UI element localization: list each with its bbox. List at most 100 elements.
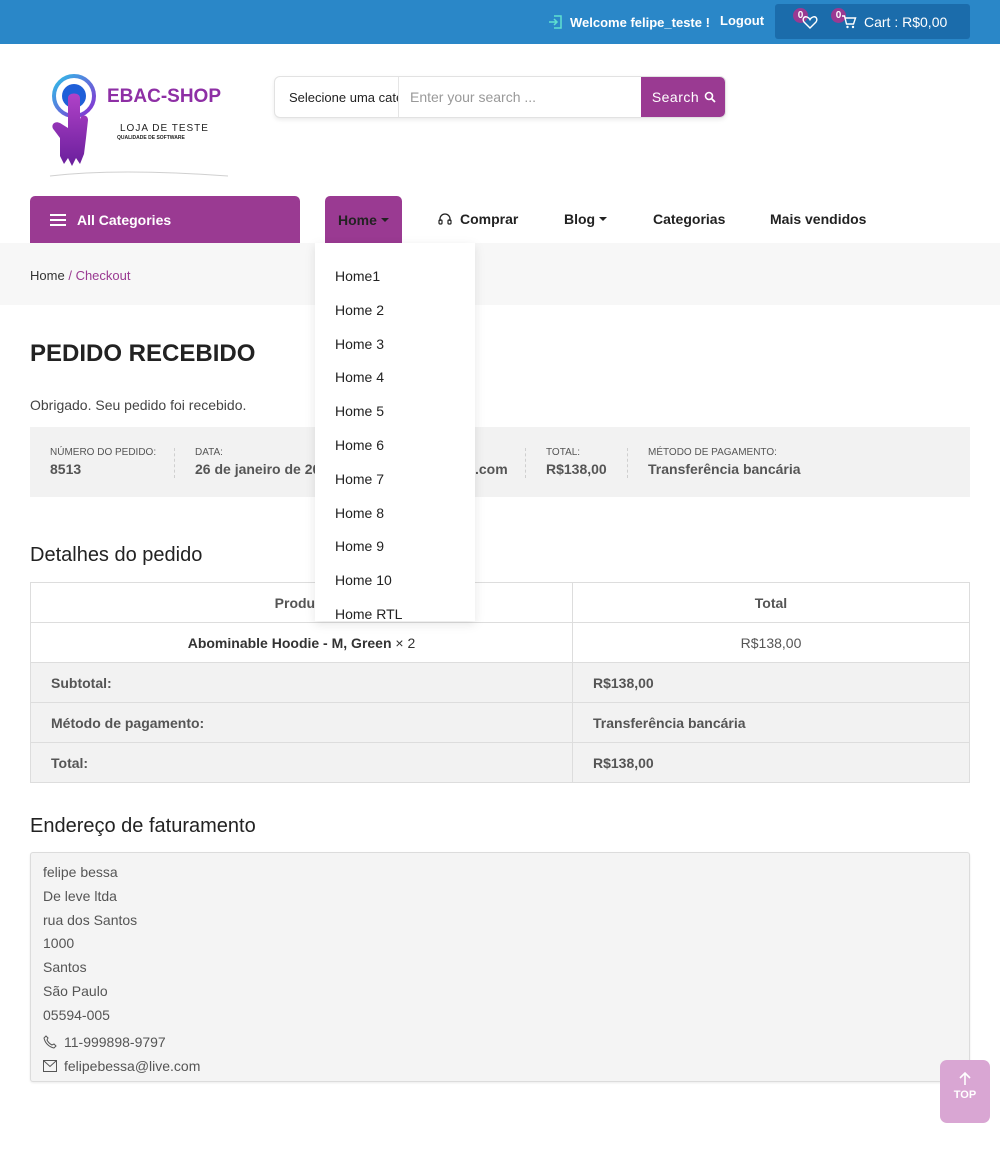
welcome-message: Welcome felipe_teste !	[548, 12, 710, 32]
search-icon	[704, 91, 716, 103]
cart-total-label[interactable]: Cart : R$0,00	[864, 14, 947, 30]
back-to-top-button[interactable]: TOP	[940, 1060, 990, 1123]
table-row: Subtotal: R$138,00	[30, 662, 970, 703]
search-input[interactable]	[399, 77, 641, 117]
payment-method-label: Método de pagamento:	[30, 702, 573, 743]
logo-tagline: QUALIDADE DE SOFTWARE	[117, 135, 185, 141]
logo-title: EBAC-SHOP	[107, 86, 222, 107]
total-value: R$138,00	[572, 742, 970, 783]
overview-value: .com	[475, 461, 508, 477]
breadcrumb: Home / Checkout	[30, 268, 130, 283]
table-row: Total: R$138,00	[30, 742, 970, 783]
nav-mais-vendidos-label: Mais vendidos	[770, 211, 867, 227]
cart-icon[interactable]	[841, 14, 857, 30]
dropdown-item-home9[interactable]: Home 9	[335, 538, 384, 554]
breadcrumb-band	[0, 243, 1000, 305]
order-details-table: Produto Total Abominable Hoodie - M, Gre…	[30, 582, 970, 783]
billing-phone: 11-999898-9797	[43, 1031, 957, 1055]
dropdown-item-home1[interactable]: Home1	[335, 268, 380, 284]
chevron-down-icon	[599, 217, 608, 221]
dropdown-item-home-rtl[interactable]: Home RTL	[335, 606, 402, 621]
nav-blog-label: Blog	[564, 211, 596, 227]
address-line: São Paulo	[43, 982, 108, 999]
dropdown-item-home7[interactable]: Home 7	[335, 471, 384, 487]
thank-you-message: Obrigado. Seu pedido foi recebido.	[30, 397, 247, 413]
subtotal-value: R$138,00	[572, 662, 970, 703]
all-categories-button[interactable]: All Categories	[30, 196, 300, 243]
address-line: De leve ltda	[43, 887, 117, 904]
chevron-down-icon	[380, 217, 389, 222]
order-details-heading: Detalhes do pedido	[30, 544, 203, 566]
billing-address-heading: Endereço de faturamento	[30, 815, 256, 837]
overview-label: MÉTODO DE PAGAMENTO:	[648, 447, 777, 458]
home-dropdown-menu: Home1 Home 2 Home 3 Home 4 Home 5 Home 6…	[315, 243, 475, 621]
overview-email: .com	[475, 447, 508, 477]
category-select[interactable]: Selecione uma categoria	[275, 77, 399, 117]
dropdown-item-home6[interactable]: Home 6	[335, 437, 384, 453]
dropdown-item-home2[interactable]: Home 2	[335, 302, 384, 318]
address-line: Santos	[43, 959, 87, 976]
overview-divider	[627, 448, 628, 478]
product-cell: Abominable Hoodie - M, Green × 2	[30, 622, 573, 663]
welcome-text: Welcome felipe_teste !	[570, 14, 710, 30]
email-address: felipebessa@live.com	[64, 1057, 201, 1074]
back-to-top-label: TOP	[953, 1089, 977, 1101]
address-line: rua dos Santos	[43, 911, 138, 928]
cart-box[interactable]: 0 0 Cart : R$0,00	[775, 4, 970, 39]
overview-order-number: NÚMERO DO PEDIDO: 8513	[50, 447, 156, 477]
overview-payment-method: MÉTODO DE PAGAMENTO: Transferência bancá…	[648, 447, 801, 477]
page-title: PEDIDO RECEBIDO	[30, 340, 256, 367]
overview-value: 26 de janeiro de 20	[195, 461, 321, 477]
nav-comprar-label: Comprar	[460, 211, 519, 227]
phone-icon	[43, 1035, 57, 1050]
breadcrumb-home-link[interactable]: Home	[30, 268, 65, 283]
dropdown-item-home3[interactable]: Home 3	[335, 336, 384, 352]
nav-item-mais-vendidos[interactable]: Mais vendidos	[770, 211, 866, 227]
dropdown-item-home4[interactable]: Home 4	[335, 369, 384, 385]
table-header-row: Produto Total	[30, 582, 970, 623]
search-button-label: Search	[651, 89, 700, 105]
overview-date: DATA: 26 de janeiro de 20	[195, 447, 320, 477]
search-bar: Selecione uma categoria Search	[274, 76, 726, 118]
order-overview: NÚMERO DO PEDIDO: 8513 DATA: 26 de janei…	[30, 427, 970, 497]
address-line: 05594-005	[43, 1006, 110, 1023]
overview-label: DATA:	[195, 447, 223, 458]
top-bar: Welcome felipe_teste ! Logout 0 0 Cart :…	[0, 0, 1000, 44]
nav-item-comprar[interactable]: Comprar	[437, 211, 518, 227]
product-name-link[interactable]: Abominable Hoodie - M, Green	[188, 635, 392, 651]
overview-label: TOTAL:	[546, 447, 581, 458]
dropdown-item-home10[interactable]: Home 10	[335, 572, 392, 588]
hamburger-menu-icon	[50, 213, 66, 226]
nav-item-blog[interactable]: Blog	[564, 211, 608, 227]
heart-icon[interactable]	[802, 14, 818, 30]
nav-home-label: Home	[338, 211, 377, 228]
overview-label: NÚMERO DO PEDIDO:	[50, 447, 157, 458]
overview-value: 8513	[50, 461, 82, 477]
breadcrumb-current: Checkout	[75, 268, 131, 283]
logo-subtitle: LOJA DE TESTE	[120, 123, 209, 134]
dropdown-item-home5[interactable]: Home 5	[335, 403, 384, 419]
address-line: 1000	[43, 935, 75, 952]
table-row: Abominable Hoodie - M, Green × 2 R$138,0…	[30, 622, 970, 663]
overview-value: Transferência bancária	[648, 461, 801, 477]
nav-item-categorias[interactable]: Categorias	[653, 211, 725, 227]
product-quantity: × 2	[391, 634, 416, 651]
envelope-icon	[43, 1060, 57, 1073]
headset-icon	[438, 213, 452, 225]
subtotal-label: Subtotal:	[30, 662, 573, 703]
phone-number: 11-999898-9797	[64, 1033, 166, 1050]
nav-item-home[interactable]: Home	[325, 196, 402, 243]
product-total-cell: R$138,00	[572, 622, 970, 663]
logout-link[interactable]: Logout	[720, 13, 764, 28]
dropdown-item-home8[interactable]: Home 8	[335, 505, 384, 521]
search-button[interactable]: Search	[641, 77, 725, 117]
column-header-product: Produto	[30, 582, 573, 623]
nav-categorias-label: Categorias	[653, 211, 726, 227]
billing-email: felipebessa@live.com	[43, 1054, 957, 1078]
payment-method-value: Transferência bancária	[572, 702, 970, 743]
column-header-total: Total	[572, 582, 970, 623]
overview-divider	[174, 448, 175, 478]
overview-label	[475, 447, 508, 458]
all-categories-label: All Categories	[77, 211, 172, 228]
table-row: Método de pagamento: Transferência bancá…	[30, 702, 970, 743]
